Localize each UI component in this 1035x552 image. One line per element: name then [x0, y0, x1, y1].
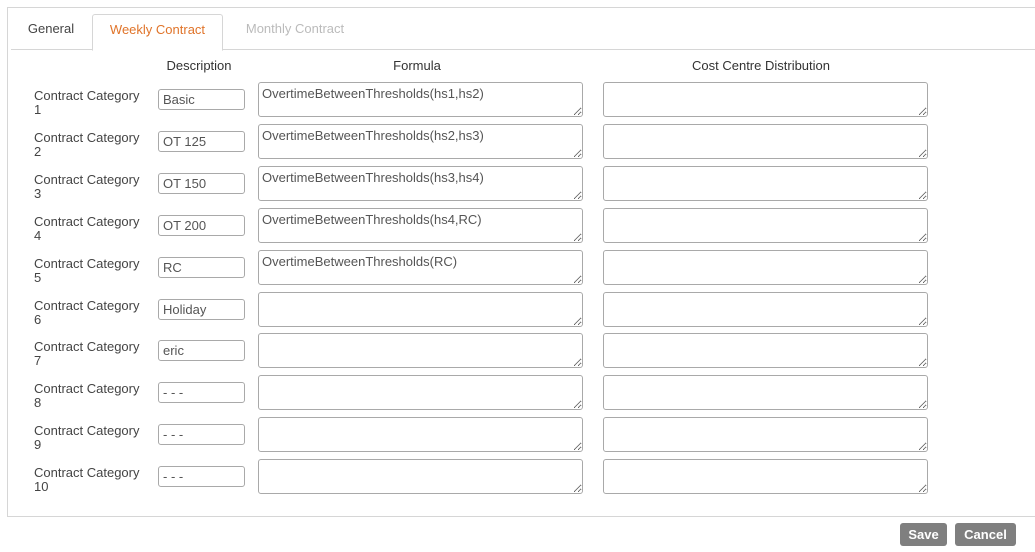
- description-input[interactable]: [158, 424, 245, 445]
- contract-category-label-text: Contract Category: [34, 339, 140, 354]
- contract-category-number: 2: [34, 144, 42, 159]
- contract-category-label-text: Contract Category: [34, 465, 140, 480]
- description-input[interactable]: [158, 340, 245, 361]
- cost-centre-distribution-textarea[interactable]: [603, 208, 928, 243]
- contract-category-number: 8: [34, 395, 42, 410]
- contract-category-number: 3: [34, 186, 42, 201]
- column-header-description: Description: [166, 58, 232, 73]
- contract-category-label-text: Contract Category: [34, 172, 140, 187]
- contract-category-number: 6: [34, 312, 42, 327]
- contract-category-label-text: Contract Category: [34, 88, 140, 103]
- tab-bar: General Weekly Contract Monthly Contract: [11, 14, 1035, 51]
- contract-category-label: Contract Category 4: [34, 215, 156, 243]
- tab-weekly-contract[interactable]: Weekly Contract: [92, 14, 223, 51]
- description-input[interactable]: [158, 466, 245, 487]
- contract-category-label-text: Contract Category: [34, 298, 140, 313]
- cost-centre-distribution-textarea[interactable]: [603, 166, 928, 201]
- cost-centre-distribution-textarea[interactable]: [603, 417, 928, 452]
- contract-category-label: Contract Category 6: [34, 299, 156, 327]
- contract-category-number: 5: [34, 270, 42, 285]
- tab-general[interactable]: General: [11, 14, 91, 51]
- contract-category-label-text: Contract Category: [34, 214, 140, 229]
- description-input[interactable]: [158, 382, 245, 403]
- description-input[interactable]: [158, 257, 245, 278]
- contract-category-label-text: Contract Category: [34, 423, 140, 438]
- description-input[interactable]: [158, 131, 245, 152]
- contract-category-label: Contract Category 10: [34, 466, 156, 494]
- formula-textarea[interactable]: OvertimeBetweenThresholds(hs2,hs3): [258, 124, 583, 159]
- cost-centre-distribution-textarea[interactable]: [603, 333, 928, 368]
- contract-category-row: Contract Category 10: [0, 459, 1000, 508]
- formula-textarea[interactable]: [258, 333, 583, 368]
- cost-centre-distribution-textarea[interactable]: [603, 375, 928, 410]
- contract-category-label: Contract Category 7: [34, 340, 156, 368]
- cancel-button[interactable]: Cancel: [955, 523, 1016, 546]
- contract-category-label: Contract Category 8: [34, 382, 156, 410]
- contract-category-number: 9: [34, 437, 42, 452]
- description-input[interactable]: [158, 215, 245, 236]
- contract-category-label-text: Contract Category: [34, 130, 140, 145]
- formula-textarea[interactable]: [258, 292, 583, 327]
- formula-textarea[interactable]: OvertimeBetweenThresholds(hs3,hs4): [258, 166, 583, 201]
- contract-category-number: 4: [34, 228, 42, 243]
- contract-category-number: 7: [34, 353, 42, 368]
- description-input[interactable]: [158, 299, 245, 320]
- formula-textarea[interactable]: [258, 459, 583, 494]
- contract-category-label-text: Contract Category: [34, 256, 140, 271]
- save-button[interactable]: Save: [900, 523, 947, 546]
- cost-centre-distribution-textarea[interactable]: [603, 124, 928, 159]
- formula-textarea[interactable]: OvertimeBetweenThresholds(hs4,RC): [258, 208, 583, 243]
- column-header-formula: Formula: [393, 58, 441, 73]
- contract-category-number: 10: [34, 479, 49, 494]
- contract-category-label: Contract Category 3: [34, 173, 156, 201]
- contract-category-number: 1: [34, 102, 42, 117]
- column-header-cost-centre: Cost Centre Distribution: [692, 58, 830, 73]
- tab-monthly-contract[interactable]: Monthly Contract: [225, 14, 365, 51]
- cost-centre-distribution-textarea[interactable]: [603, 250, 928, 285]
- contract-category-label: Contract Category 2: [34, 131, 156, 159]
- description-input[interactable]: [158, 89, 245, 110]
- contract-category-label: Contract Category 5: [34, 257, 156, 285]
- formula-textarea[interactable]: OvertimeBetweenThresholds(RC): [258, 250, 583, 285]
- cost-centre-distribution-textarea[interactable]: [603, 292, 928, 327]
- contract-category-label: Contract Category 9: [34, 424, 156, 452]
- formula-textarea[interactable]: [258, 417, 583, 452]
- cost-centre-distribution-textarea[interactable]: [603, 459, 928, 494]
- formula-textarea[interactable]: OvertimeBetweenThresholds(hs1,hs2): [258, 82, 583, 117]
- formula-textarea[interactable]: [258, 375, 583, 410]
- description-input[interactable]: [158, 173, 245, 194]
- contract-category-label: Contract Category 1: [34, 89, 156, 117]
- cost-centre-distribution-textarea[interactable]: [603, 82, 928, 117]
- contract-category-label-text: Contract Category: [34, 381, 140, 396]
